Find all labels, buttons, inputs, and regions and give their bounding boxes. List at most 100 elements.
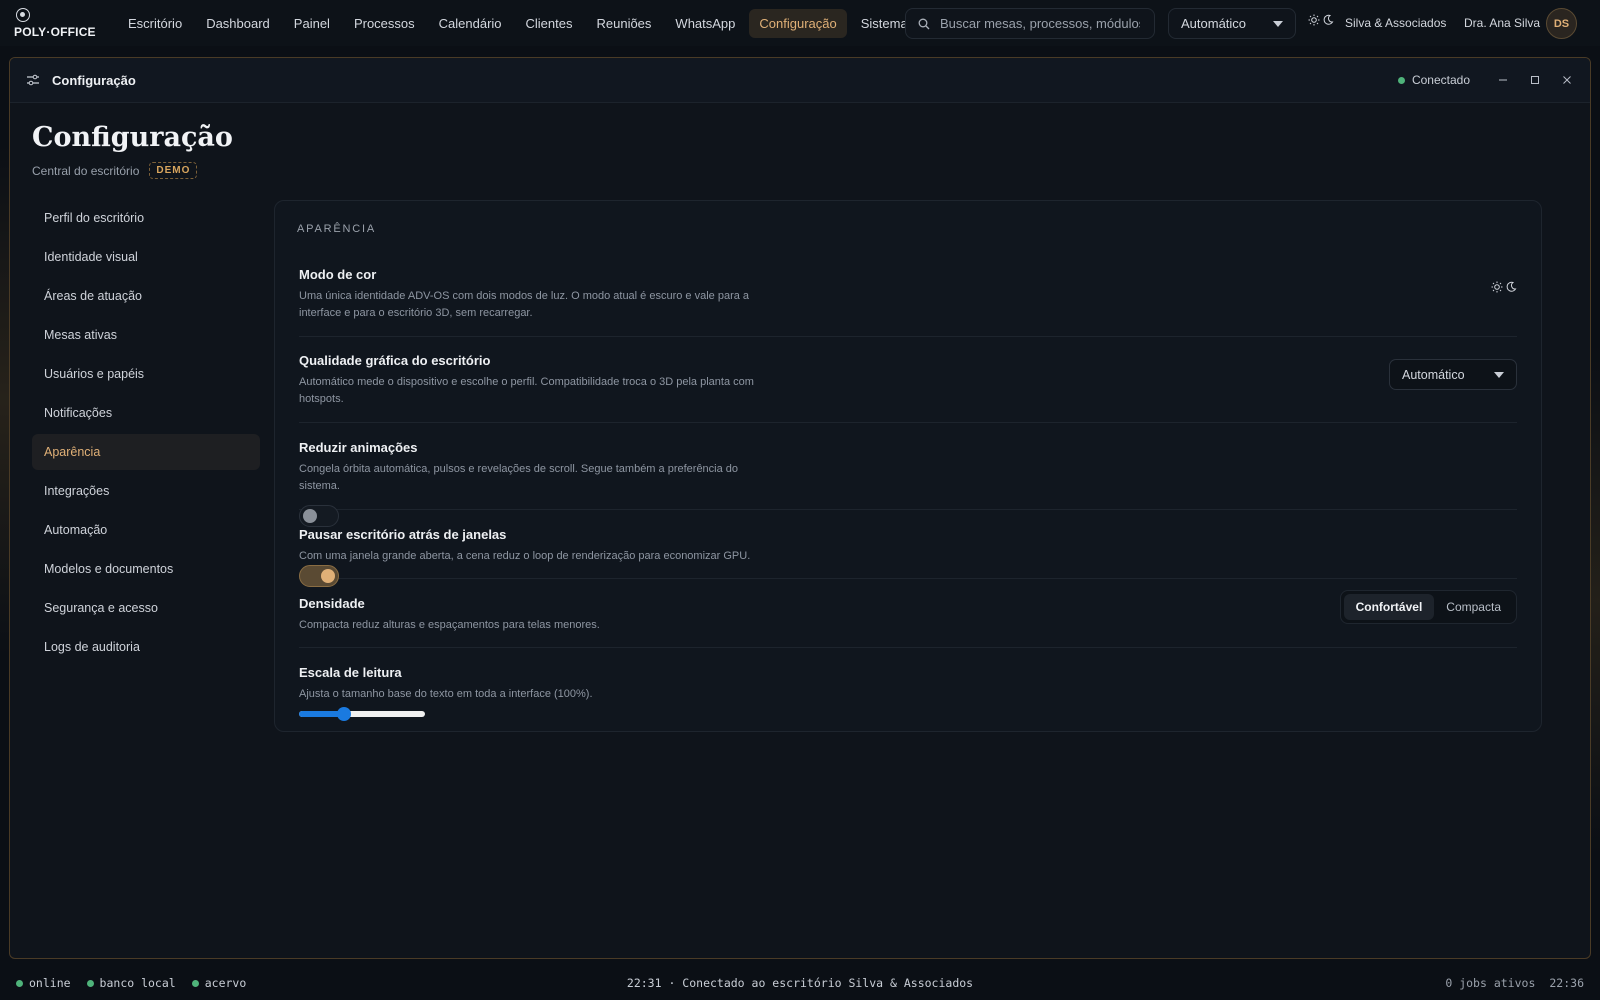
global-search[interactable] bbox=[905, 8, 1155, 39]
status-dot bbox=[86, 979, 94, 987]
status-acervo: acervo bbox=[191, 976, 247, 990]
sidebar-item-mesas[interactable]: Mesas ativas bbox=[32, 317, 260, 353]
status-dot bbox=[191, 979, 199, 987]
search-input[interactable] bbox=[940, 16, 1140, 31]
density-segmented-control: Confortável Compacta bbox=[1339, 590, 1517, 624]
status-dot bbox=[1397, 76, 1405, 84]
sidebar-item-perfil[interactable]: Perfil do escritório bbox=[32, 200, 260, 236]
sidebar-item-automacao[interactable]: Automação bbox=[32, 512, 260, 548]
brand[interactable]: POLY·OFFICE bbox=[14, 7, 104, 39]
status-banco-label: banco local bbox=[99, 976, 176, 990]
search-icon bbox=[918, 18, 930, 29]
status-right: 0 jobs ativos 22:36 bbox=[1445, 976, 1584, 990]
setting-title: Modo de cor bbox=[299, 267, 377, 282]
graphics-quality-select[interactable]: Automático bbox=[1389, 359, 1517, 390]
sidebar-item-modelos[interactable]: Modelos e documentos bbox=[32, 551, 260, 587]
reading-scale-slider[interactable] bbox=[299, 707, 425, 721]
setting-row-graphics-quality: Qualidade gráfica do escritório Automáti… bbox=[299, 353, 1517, 423]
reduce-motion-toggle[interactable] bbox=[299, 505, 339, 527]
nav-item-reunioes[interactable]: Reuniões bbox=[586, 9, 661, 38]
sidebar-item-identidade[interactable]: Identidade visual bbox=[32, 239, 260, 275]
minimize-icon bbox=[1499, 79, 1507, 81]
jobs-count: 0 jobs ativos bbox=[1445, 976, 1536, 990]
nav-item-calendario[interactable]: Calendário bbox=[429, 9, 512, 38]
status-acervo-label: acervo bbox=[204, 976, 247, 990]
quality-select-top[interactable]: Automático bbox=[1168, 8, 1296, 39]
sidebar-item-integracoes[interactable]: Integrações bbox=[32, 473, 260, 509]
setting-desc: Automático mede o dispositivo e escolhe … bbox=[299, 376, 754, 405]
status-bar: online banco local acervo 22:31 · Conect… bbox=[0, 966, 1600, 1000]
setting-desc: Com uma janela grande aberta, a cena red… bbox=[299, 550, 751, 562]
status-online-label: online bbox=[29, 976, 71, 990]
window-controls bbox=[1496, 73, 1574, 87]
setting-title: Qualidade gráfica do escritório bbox=[299, 353, 491, 368]
close-icon bbox=[1563, 76, 1571, 84]
nav-item-processos[interactable]: Processos bbox=[344, 9, 425, 38]
avatar[interactable]: DS bbox=[1546, 8, 1577, 39]
page-subtitle-row: Central do escritório DEMO bbox=[32, 162, 198, 179]
chevron-down-icon bbox=[1273, 20, 1283, 27]
appearance-panel: APARÊNCIA Modo de cor Uma única identida… bbox=[274, 200, 1542, 732]
brand-name: POLY·OFFICE bbox=[14, 24, 96, 39]
moon-icon bbox=[1323, 14, 1334, 25]
page-title: Configuração bbox=[32, 122, 233, 153]
section-label: APARÊNCIA bbox=[297, 223, 376, 235]
quality-select-top-value: Automático bbox=[1181, 16, 1247, 31]
graphics-quality-value: Automático bbox=[1402, 367, 1465, 382]
settings-sidebar: Perfil do escritório Identidade visual Á… bbox=[32, 200, 260, 668]
sun-icon bbox=[1308, 14, 1320, 26]
nav-item-dashboard[interactable]: Dashboard bbox=[196, 9, 280, 38]
status-indicators: online banco local acervo bbox=[16, 976, 246, 990]
color-mode-toggle[interactable] bbox=[1491, 281, 1517, 293]
sidebar-item-aparencia[interactable]: Aparência bbox=[32, 434, 260, 470]
setting-row-pause-office: Pausar escritório atrás de janelas Com u… bbox=[299, 527, 1517, 587]
setting-title: Pausar escritório atrás de janelas bbox=[299, 527, 507, 542]
slider-thumb[interactable] bbox=[337, 707, 352, 721]
settings-window: Configuração Conectado Configuração Cent… bbox=[9, 57, 1591, 959]
nav-item-clientes[interactable]: Clientes bbox=[516, 9, 583, 38]
setting-row-reduce-motion: Reduzir animações Congela órbita automát… bbox=[299, 440, 1517, 527]
toggle-knob bbox=[321, 569, 335, 583]
chevron-down-icon bbox=[1494, 371, 1504, 378]
setting-title: Escala de leitura bbox=[299, 665, 402, 680]
setting-desc: Uma única identidade ADV-OS com dois mod… bbox=[299, 290, 750, 319]
status-clock: 22:36 bbox=[1549, 976, 1584, 990]
pause-office-toggle[interactable] bbox=[299, 565, 339, 587]
nav-item-painel[interactable]: Painel bbox=[284, 9, 340, 38]
connection-status-text: Conectado bbox=[1411, 73, 1470, 87]
sliders-icon bbox=[27, 74, 39, 86]
theme-toggle-top[interactable] bbox=[1308, 14, 1334, 26]
nav-item-whatsapp[interactable]: WhatsApp bbox=[665, 9, 745, 38]
maximize-button[interactable] bbox=[1528, 73, 1542, 87]
page-subtitle: Central do escritório bbox=[32, 163, 140, 178]
sun-icon bbox=[1491, 281, 1503, 293]
density-option-compacta[interactable]: Compacta bbox=[1434, 594, 1513, 620]
sidebar-item-seguranca[interactable]: Segurança e acesso bbox=[32, 590, 260, 626]
setting-desc: Congela órbita automática, pulsos e reve… bbox=[299, 463, 739, 492]
minimize-button[interactable] bbox=[1496, 73, 1510, 87]
maximize-icon bbox=[1531, 76, 1539, 84]
setting-row-reading-scale: Escala de leitura Ajusta o tamanho base … bbox=[299, 665, 1517, 721]
status-banco-local: banco local bbox=[86, 976, 176, 990]
sidebar-item-areas[interactable]: Áreas de atuação bbox=[32, 278, 260, 314]
main-nav: Escritório Dashboard Painel Processos Ca… bbox=[118, 8, 918, 38]
close-button[interactable] bbox=[1560, 73, 1574, 87]
density-option-confortavel[interactable]: Confortável bbox=[1343, 594, 1435, 620]
user-name[interactable]: Dra. Ana Silva bbox=[1464, 16, 1540, 30]
target-logo-icon bbox=[16, 7, 30, 22]
setting-desc: Compacta reduz alturas e espaçamentos pa… bbox=[299, 619, 600, 631]
setting-title: Reduzir animações bbox=[299, 440, 418, 455]
setting-row-color-mode: Modo de cor Uma única identidade ADV-OS … bbox=[299, 267, 1517, 337]
window-titlebar: Configuração Conectado bbox=[10, 58, 1590, 103]
firm-name[interactable]: Silva & Associados bbox=[1345, 16, 1446, 30]
sidebar-item-notificacoes[interactable]: Notificações bbox=[32, 395, 260, 431]
moon-icon bbox=[1506, 281, 1517, 292]
nav-item-configuracao[interactable]: Configuração bbox=[749, 8, 847, 38]
setting-row-density: Densidade Compacta reduz alturas e espaç… bbox=[299, 590, 1517, 648]
sidebar-item-logs[interactable]: Logs de auditoria bbox=[32, 629, 260, 665]
nav-item-escritorio[interactable]: Escritório bbox=[118, 9, 192, 38]
setting-title: Densidade bbox=[299, 596, 365, 611]
sidebar-item-usuarios[interactable]: Usuários e papéis bbox=[32, 356, 260, 392]
status-dot bbox=[16, 979, 23, 987]
demo-badge: DEMO bbox=[149, 162, 198, 179]
